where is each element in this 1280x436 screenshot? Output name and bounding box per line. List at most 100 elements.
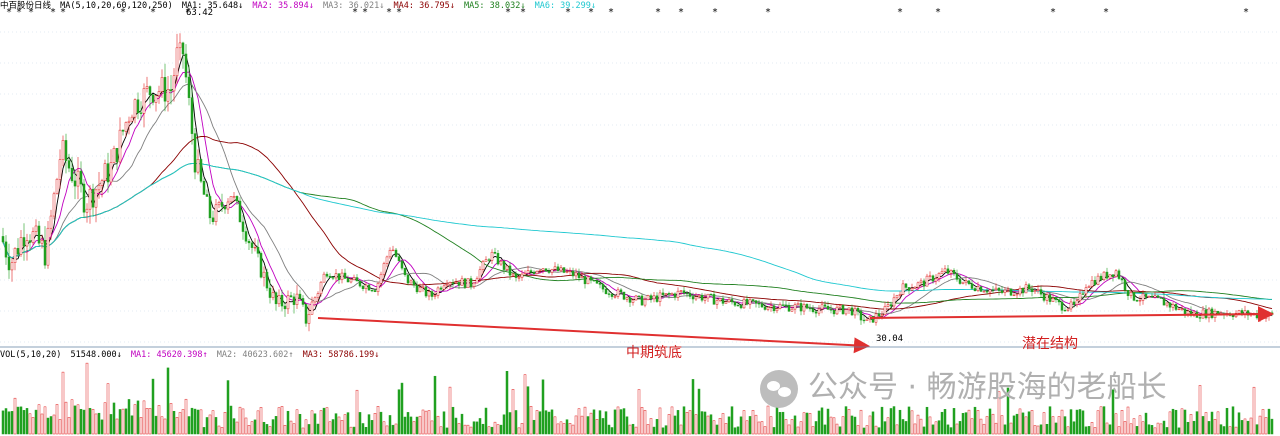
candle-body <box>934 278 938 282</box>
volume-bar <box>883 421 887 435</box>
volume-bar <box>460 413 464 435</box>
volume-bar <box>46 417 50 435</box>
candle-body <box>391 249 395 252</box>
volume-bar <box>676 410 680 435</box>
volume-bar <box>1183 409 1187 435</box>
volume-bar <box>169 403 173 435</box>
volume-bar <box>478 418 482 435</box>
candle-body <box>517 277 521 279</box>
candle-body <box>799 303 803 312</box>
volume-bar <box>1195 411 1199 435</box>
candle-body <box>697 294 701 297</box>
volume-bar <box>745 420 749 435</box>
volume-bar <box>253 419 257 435</box>
candle-body <box>367 284 371 291</box>
candle-body <box>937 273 941 279</box>
candle-body <box>211 217 215 222</box>
candle-body <box>955 273 959 280</box>
volume-bar <box>463 424 467 435</box>
candle-body <box>49 215 53 229</box>
volume-bar <box>490 426 494 435</box>
volume-bar <box>202 427 206 435</box>
candle-body <box>646 295 650 300</box>
moving-average-lines <box>2 54 1273 320</box>
volume-bar <box>550 409 554 435</box>
volume-bar <box>142 400 146 435</box>
candle-body <box>529 270 533 273</box>
volume-bar <box>454 417 458 435</box>
volume-bar <box>415 416 419 435</box>
wechat-icon <box>760 369 798 408</box>
volume-bar <box>766 405 770 435</box>
candle-body <box>1135 300 1139 302</box>
candle-body <box>1093 279 1097 285</box>
volume-bar <box>784 419 788 435</box>
candle-body <box>835 306 839 315</box>
volume-bar <box>763 426 767 435</box>
volume-bar <box>349 426 353 435</box>
candle-body <box>949 269 953 274</box>
candle-body <box>1207 308 1211 319</box>
candle-body <box>133 99 137 118</box>
candle-body <box>952 269 956 274</box>
candle-body <box>433 295 437 297</box>
candle-body <box>1198 317 1202 319</box>
candle-body <box>982 291 986 293</box>
volume-bar <box>1150 425 1154 435</box>
candle-body <box>220 202 224 207</box>
candle-body <box>829 309 833 311</box>
candle-body <box>535 270 539 274</box>
candle-body <box>442 285 446 290</box>
volume-bar <box>916 414 920 435</box>
volume-bar <box>334 413 338 435</box>
volume-bar <box>1180 408 1184 435</box>
candle-body <box>520 273 524 278</box>
candle-body <box>634 295 638 301</box>
volume-bar <box>1216 411 1220 435</box>
volume-bar <box>718 418 722 435</box>
volume-bar <box>871 411 875 435</box>
candle-body <box>238 200 242 223</box>
candle-body <box>145 86 149 89</box>
volume-bar <box>559 421 563 435</box>
volume-bar <box>1237 412 1241 435</box>
candle-body <box>253 246 257 249</box>
volume-bar <box>73 405 77 435</box>
candle-body <box>379 273 383 284</box>
candle-body <box>265 271 269 289</box>
volume-bar <box>1135 426 1139 435</box>
volume-bar <box>1 410 5 435</box>
candle-body <box>31 231 35 243</box>
volume-bar <box>553 416 557 435</box>
volume-bar <box>526 386 530 435</box>
candle-body <box>796 303 800 305</box>
stock-title: 中百股份日线 <box>0 1 52 11</box>
candle-body <box>415 284 419 293</box>
candle-body <box>880 314 884 317</box>
volume-bar <box>856 425 860 435</box>
candle-body <box>7 256 11 271</box>
volume-bar <box>496 424 500 435</box>
volume-bar <box>1234 426 1238 435</box>
volume-bar <box>412 421 416 435</box>
volume-bar <box>211 410 215 435</box>
candle-body <box>679 290 683 292</box>
volume-bar <box>178 412 182 435</box>
volume-bar <box>1093 427 1097 435</box>
volume-bar <box>826 408 830 435</box>
volume-bar <box>565 419 569 435</box>
volume-bar <box>130 415 134 435</box>
candle-body <box>91 188 95 208</box>
candle-body <box>811 308 815 312</box>
volume-bar <box>181 409 185 435</box>
volume-bar <box>706 415 710 435</box>
volume-bar <box>457 423 461 435</box>
volume-bar <box>952 408 956 435</box>
volume-bar <box>124 408 128 435</box>
candle-body <box>382 263 386 275</box>
candle-body <box>781 304 785 306</box>
volume-bar <box>685 412 689 435</box>
candle-body <box>241 221 245 232</box>
ma6-value: MA6: 39.299↓ <box>534 1 597 11</box>
volume-bar <box>790 419 794 435</box>
